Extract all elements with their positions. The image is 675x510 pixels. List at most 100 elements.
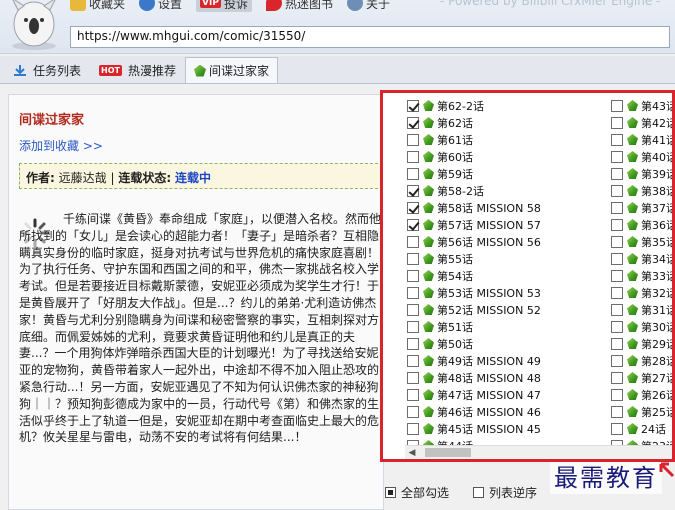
select-all-box[interactable] (385, 486, 396, 498)
chapter-row[interactable]: 第62-2话 (407, 97, 541, 114)
reverse-order-checkbox[interactable]: 列表逆序 (473, 484, 537, 501)
chapter-checkbox[interactable] (611, 405, 623, 418)
chapter-checkbox[interactable] (611, 150, 623, 163)
reverse-order-box[interactable] (473, 486, 485, 498)
chapter-row[interactable]: 第25话 (611, 403, 672, 420)
chapter-row[interactable]: 第54话 (407, 267, 541, 284)
chapter-row[interactable]: 24话 (611, 420, 672, 437)
chapter-row[interactable]: 第43话 (611, 97, 672, 114)
chapter-checkbox[interactable] (407, 99, 419, 112)
chapter-checkbox[interactable] (407, 150, 419, 163)
chapter-checkbox[interactable] (407, 116, 419, 129)
chapter-row[interactable]: 第58-2话 (407, 182, 541, 199)
chapter-row[interactable]: 第33话 (611, 267, 672, 284)
chapter-checkbox[interactable] (407, 422, 419, 435)
chapter-checkbox[interactable] (611, 354, 623, 367)
chapter-row[interactable]: 第55话 (407, 250, 541, 267)
chapter-checkbox[interactable] (407, 184, 419, 197)
chapter-row[interactable]: 第40话 (611, 148, 672, 165)
chapter-row[interactable]: 第48话 MISSION 48 (407, 369, 541, 386)
chapter-checkbox[interactable] (407, 354, 419, 367)
chapter-row[interactable]: 第27话 (611, 369, 672, 386)
chapter-row[interactable]: 第45话 MISSION 45 (407, 420, 541, 437)
chapter-checkbox[interactable] (407, 133, 419, 146)
chapter-checkbox[interactable] (611, 422, 623, 435)
chapter-checkbox[interactable] (611, 201, 623, 214)
chapter-row[interactable]: 第51话 (407, 318, 541, 335)
tab-hot-recommend[interactable]: HOT 热漫推荐 (90, 57, 185, 83)
chapter-checkbox[interactable] (611, 252, 623, 265)
menu-about[interactable]: 关于 (346, 0, 390, 12)
chapter-row[interactable]: 第41话 (611, 131, 672, 148)
chapter-row[interactable]: 第49话 MISSION 49 (407, 352, 541, 369)
chapter-row[interactable]: 第31话 (611, 301, 672, 318)
chapter-checkbox[interactable] (611, 371, 623, 384)
chapter-checkbox[interactable] (611, 184, 623, 197)
menu-complaint[interactable]: VIP 投诉 (196, 0, 252, 12)
menu-favorites[interactable]: 收藏夹 (70, 0, 125, 12)
chapter-row[interactable]: 第34话 (611, 250, 672, 267)
add-favorite-link[interactable]: 添加到收藏 >> (19, 137, 103, 154)
chapter-checkbox[interactable] (611, 286, 623, 299)
chapter-row[interactable]: 第36话 (611, 216, 672, 233)
chapter-row[interactable]: 第42话 (611, 114, 672, 131)
chapter-row[interactable]: 第61话 (407, 131, 541, 148)
chapter-row[interactable]: 第39话 (611, 165, 672, 182)
chapter-checkbox[interactable] (611, 235, 623, 248)
chapter-row[interactable]: 第59话 (407, 165, 541, 182)
chapter-row[interactable]: 第28话 (611, 352, 672, 369)
chapter-checkbox[interactable] (407, 388, 419, 401)
chapter-row[interactable]: 第38话 (611, 182, 672, 199)
chapter-checkbox[interactable] (407, 218, 419, 231)
chapter-checkbox[interactable] (407, 303, 419, 316)
scrollbar-thumb[interactable] (425, 448, 471, 457)
chapter-checkbox[interactable] (611, 116, 623, 129)
chapter-row[interactable]: 第53话 MISSION 53 (407, 284, 541, 301)
chapter-row[interactable]: 第50话 (407, 335, 541, 352)
chapter-checkbox[interactable] (611, 337, 623, 350)
chapter-row[interactable]: 第62话 (407, 114, 541, 131)
chapter-checkbox[interactable] (407, 337, 419, 350)
chapter-row[interactable]: 第35话 (611, 233, 672, 250)
speech-icon (265, 0, 282, 11)
menu-hot-books[interactable]: 热迷图书 (265, 0, 333, 12)
chapter-checkbox[interactable] (407, 269, 419, 282)
chapter-checkbox[interactable] (611, 269, 623, 282)
chapter-checkbox[interactable] (407, 235, 419, 248)
horizontal-scrollbar[interactable]: ◀ (405, 445, 672, 459)
menu-settings[interactable]: 设置 (139, 0, 182, 12)
chapter-row[interactable]: 第47话 MISSION 47 (407, 386, 541, 403)
chapter-row[interactable]: 第32话 (611, 284, 672, 301)
chapter-checkbox[interactable] (407, 371, 419, 384)
chapter-checkbox[interactable] (407, 252, 419, 265)
chapter-row[interactable]: 第30话 (611, 318, 672, 335)
scroll-left-icon[interactable]: ◀ (405, 446, 419, 459)
tab-task-list[interactable]: 任务列表 (4, 57, 90, 83)
chapter-checkbox[interactable] (611, 320, 623, 333)
chapter-checkbox[interactable] (407, 167, 419, 180)
chapter-checkbox[interactable] (407, 201, 419, 214)
chapter-checkbox[interactable] (407, 286, 419, 299)
chapter-checkbox[interactable] (611, 167, 623, 180)
chapter-checkbox[interactable] (611, 99, 623, 112)
chapter-leaf-icon (423, 321, 434, 332)
chapter-checkbox[interactable] (407, 405, 419, 418)
chapter-checkbox[interactable] (611, 303, 623, 316)
chapter-row[interactable]: 第60话 (407, 148, 541, 165)
chapter-checkbox[interactable] (611, 388, 623, 401)
tab-comic[interactable]: 间谍过家家 (184, 57, 278, 83)
chapter-checkbox[interactable] (611, 218, 623, 231)
url-input[interactable]: https://www.mhgui.com/comic/31550/ (70, 26, 670, 48)
chapter-row[interactable]: 第29话 (611, 335, 672, 352)
chapter-row[interactable]: 第26话 (611, 386, 672, 403)
chapter-checkbox[interactable] (611, 133, 623, 146)
tab-label: 间谍过家家 (208, 64, 269, 78)
chapter-row[interactable]: 第46话 MISSION 46 (407, 403, 541, 420)
chapter-row[interactable]: 第57话 MISSION 57 (407, 216, 541, 233)
chapter-row[interactable]: 第37话 (611, 199, 672, 216)
chapter-row[interactable]: 第56话 MISSION 56 (407, 233, 541, 250)
select-all-checkbox[interactable]: 全部勾选 (385, 484, 449, 501)
chapter-row[interactable]: 第58话 MISSION 58 (407, 199, 541, 216)
chapter-row[interactable]: 第52话 MISSION 52 (407, 301, 541, 318)
chapter-checkbox[interactable] (407, 320, 419, 333)
